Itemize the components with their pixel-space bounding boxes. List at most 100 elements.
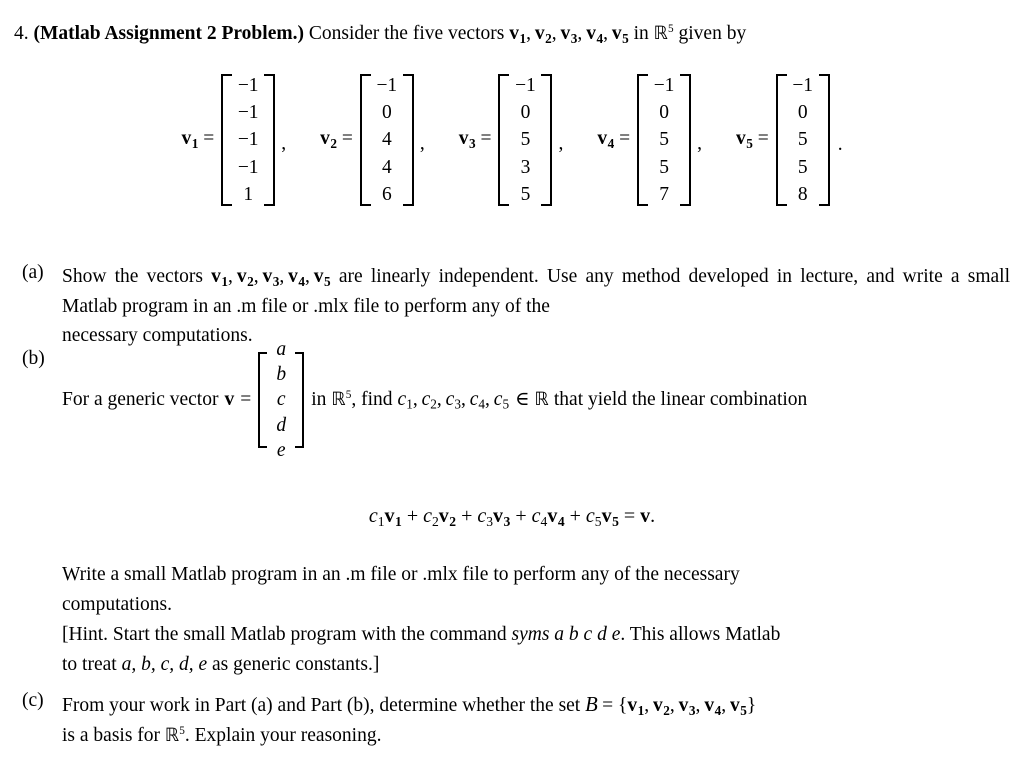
part-a: (a) Show the vectors v1, v2, v3, v4, v5 … — [14, 262, 1010, 351]
hint-line-1: [Hint. Start the small Matlab program wi… — [62, 620, 1010, 650]
vector-v3-entries: −1 0 5 3 5 — [509, 74, 541, 206]
part-c-paragraph-1: From your work in Part (a) and Part (b),… — [62, 690, 1010, 721]
problem-statement: 4. (Matlab Assignment 2 Problem.) Consid… — [14, 22, 1010, 48]
matrix-cell: 0 — [381, 102, 392, 124]
matrix-cell: 6 — [381, 183, 392, 205]
hint-2-post: as generic constants.] — [212, 653, 380, 675]
matrix-cell: −1 — [237, 156, 259, 178]
vector-v5-label: v5 = — [735, 128, 769, 151]
part-b: (b) For a generic vector v = a b c d e i… — [14, 339, 1010, 461]
matrix-cell: 0 — [659, 102, 669, 124]
part-c-label: (c) — [22, 690, 44, 711]
vector-v4-separator: , — [697, 133, 702, 154]
vector-v1-bracket: −1 −1 −1 −1 1 — [221, 74, 276, 206]
bracket-left — [359, 74, 371, 206]
matrix-cell: d — [276, 414, 287, 436]
part-c-text-1: From your work in Part (a) and Part (b),… — [62, 695, 581, 716]
part-c-set-contents: {v1, v2, v3, v4, v5} — [617, 695, 757, 718]
matrix-cell: 1 — [243, 183, 254, 205]
bracket-right — [264, 74, 276, 206]
bracket-right — [680, 74, 692, 206]
vector-v3: v3 = −1 0 5 3 5 , — [459, 66, 564, 214]
part-b-tail: Write a small Matlab program in an .m fi… — [62, 560, 1010, 619]
vector-v5: v5 = −1 0 5 5 8 . — [736, 66, 843, 214]
matrix-cell: 7 — [659, 183, 669, 205]
part-a-text-1: Show the vectors — [62, 266, 203, 287]
hint-pre: [Hint. Start the small Matlab program wi… — [62, 624, 507, 645]
part-b-equals: = — [240, 389, 252, 411]
part-a-text-3: necessary computations. — [62, 325, 253, 347]
matrix-cell: 5 — [659, 129, 669, 151]
basis-set-symbol: B — [585, 694, 598, 716]
vector-v2-entries: −1 0 4 4 6 — [371, 74, 403, 206]
matrix-cell: b — [276, 363, 287, 385]
matrix-cell: −1 — [653, 74, 675, 96]
part-b-hint: [Hint. Start the small Matlab program wi… — [62, 620, 1010, 679]
matrix-cell: 5 — [659, 156, 669, 178]
bracket-right — [541, 74, 553, 206]
part-c-set-equals: = — [602, 695, 614, 716]
matrix-cell: −1 — [237, 102, 259, 124]
matrix-cell: 5 — [520, 129, 531, 151]
matrix-cell: a — [276, 338, 287, 360]
part-b-body: For a generic vector v = a b c d e in ℝ5 — [62, 339, 1010, 461]
vector-v4-entries: −1 0 5 5 7 — [648, 74, 680, 206]
matrix-cell: 5 — [797, 129, 808, 151]
bracket-right — [295, 352, 305, 448]
hint-command: syms a b c d e — [511, 624, 621, 645]
vector-v5-entries: −1 0 5 5 8 — [787, 74, 819, 206]
part-b-tail-1: Write a small Matlab program in an .m fi… — [62, 564, 740, 585]
part-c-paragraph-2: is a basis for ℝ5. Explain your reasonin… — [62, 721, 1010, 751]
part-b-member-of: ∈ — [515, 389, 530, 411]
part-b-label: (b) — [22, 348, 45, 369]
vector-v2-label: v2 = — [320, 128, 353, 151]
matrix-cell: 5 — [797, 156, 808, 178]
problem-intro-end: given by — [678, 23, 747, 44]
matrix-cell: 0 — [797, 102, 808, 124]
vector-definitions-row: v1 = −1 −1 −1 −1 1 , v2 = −1 0 4 4 6 , v… — [0, 66, 1024, 214]
matrix-cell: 5 — [520, 183, 531, 205]
part-b-after-1: in — [311, 389, 327, 411]
part-c: (c) From your work in Part (a) and Part … — [14, 690, 1010, 751]
part-a-paragraph: Show the vectors v1, v2, v3, v4, v5 are … — [62, 262, 1010, 321]
bracket-right — [818, 74, 830, 206]
bracket-left — [221, 74, 233, 206]
bracket-left — [637, 74, 649, 206]
document-page: 4. (Matlab Assignment 2 Problem.) Consid… — [0, 0, 1024, 773]
part-b-tail-2: computations. — [62, 593, 172, 615]
part-a-label: (a) — [22, 262, 44, 283]
generic-vector-entries: a b c d e — [267, 339, 295, 461]
problem-title: (Matlab Assignment 2 Problem.) — [33, 23, 304, 44]
part-a-body: Show the vectors v1, v2, v3, v4, v5 are … — [62, 262, 1010, 351]
problem-number: 4. — [14, 23, 29, 44]
vector-v1: v1 = −1 −1 −1 −1 1 , — [181, 66, 286, 214]
hint-post: . This allows Matlab — [620, 624, 781, 645]
matrix-cell: −1 — [237, 129, 259, 151]
matrix-cell: c — [276, 389, 286, 411]
vector-v2-separator: , — [419, 133, 425, 154]
problem-intro-after: in — [633, 23, 649, 44]
vector-v5-bracket: −1 0 5 5 8 — [775, 74, 830, 206]
vector-v1-separator: , — [281, 133, 287, 154]
vector-v3-separator: , — [558, 133, 564, 154]
vector-v4-bracket: −1 0 5 5 7 — [637, 74, 692, 206]
bracket-right — [402, 74, 414, 206]
bracket-left — [775, 74, 787, 206]
equation-expression: c1v1 + c2v2 + c3v3 + c4v4 + c5v5 = v. — [368, 505, 656, 529]
problem-vector-list: v1, v2, v3, v4, v5 — [509, 23, 629, 46]
problem-intro-before: Consider the five vectors — [308, 23, 505, 44]
bracket-left — [498, 74, 510, 206]
matrix-cell: 8 — [797, 183, 808, 205]
part-b-lead: For a generic vector — [62, 389, 219, 411]
matrix-cell: 3 — [520, 156, 531, 178]
matrix-cell: 0 — [520, 102, 531, 124]
real-space-symbol: ℝ5 — [164, 725, 185, 747]
real-space-symbol: ℝ5 — [331, 389, 352, 411]
part-a-text-2: are linearly independent. Use any method… — [62, 266, 1011, 317]
matrix-cell: −1 — [237, 74, 259, 96]
vector-v2: v2 = −1 0 4 4 6 , — [320, 66, 425, 214]
part-a-vector-list: v1, v2, v3, v4, v5 — [211, 266, 331, 289]
part-c-body: From your work in Part (a) and Part (b),… — [62, 690, 1010, 751]
matrix-cell: 4 — [381, 156, 392, 178]
matrix-cell: −1 — [515, 74, 536, 96]
